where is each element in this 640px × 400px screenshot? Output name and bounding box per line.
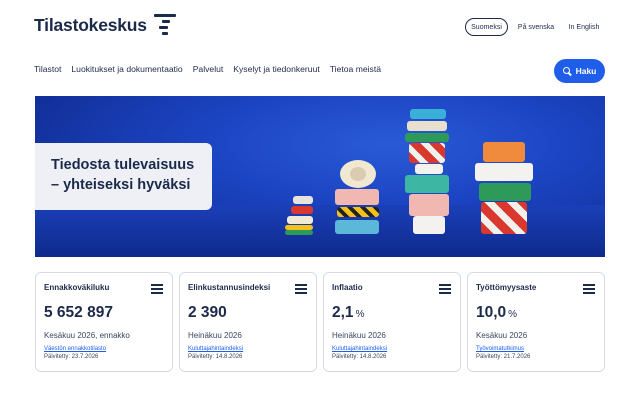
hero-banner: Tiedosta tulevaisuus – yhteiseksi hyväks… [35, 96, 605, 257]
stat-source-link[interactable]: Kuluttajahintaindeksi [188, 346, 243, 352]
stat-period: Kesäkuu 2026, ennakko [44, 331, 130, 340]
stat-period: Heinäkuu 2026 [332, 331, 386, 340]
stat-title: Inflaatio [332, 283, 363, 292]
menu-icon[interactable] [439, 284, 451, 294]
stat-title: Elinkustannusindeksi [188, 283, 271, 292]
stat-updated: Päivitetty: 14.8.2026 [188, 354, 243, 360]
lang-finnish[interactable]: Suomeksi [465, 18, 508, 36]
stat-card-cost-of-living: Elinkustannusindeksi 2 390 Heinäkuu 2026… [179, 272, 317, 372]
nav-item-luokitukset[interactable]: Luokitukset ja dokumentaatio [71, 64, 182, 74]
menu-icon[interactable] [151, 284, 163, 294]
search-button-label: Haku [575, 66, 597, 76]
search-icon [562, 66, 572, 76]
stat-period: Heinäkuu 2026 [188, 331, 242, 340]
menu-icon[interactable] [295, 284, 307, 294]
nav-item-tilastot[interactable]: Tilastot [34, 64, 61, 74]
stat-title: Työttömyysaste [476, 283, 537, 292]
hero-title-line1: Tiedosta tulevaisuus [51, 157, 195, 173]
stat-value: 2,1% [332, 304, 365, 321]
nav-item-tietoa[interactable]: Tietoa meistä [330, 64, 381, 74]
menu-icon[interactable] [583, 284, 595, 294]
stat-updated: Päivitetty: 23.7.2026 [44, 354, 99, 360]
logo-text: Tilastokeskus [34, 15, 147, 35]
stat-card-inflation: Inflaatio 2,1% Heinäkuu 2026 Kuluttajahi… [323, 272, 461, 372]
site-logo[interactable]: Tilastokeskus [34, 14, 176, 36]
stat-value: 10,0% [476, 304, 518, 321]
logo-mark-icon [150, 14, 176, 36]
search-button[interactable]: Haku [554, 59, 605, 83]
nav-item-kyselyt[interactable]: Kyselyt ja tiedonkeruut [233, 64, 319, 74]
main-nav: Tilastot Luokitukset ja dokumentaatio Pa… [34, 64, 381, 74]
stat-card-unemployment: Työttömyysaste 10,0% Kesäkuu 2026 Työvoi… [467, 272, 605, 372]
stat-source-link[interactable]: Kuluttajahintaindeksi [332, 346, 387, 352]
stat-value: 2 390 [188, 304, 227, 321]
stat-source-link[interactable]: Työvoimatutkimus [476, 346, 524, 352]
stat-title: Ennakkoväkiluku [44, 283, 110, 292]
hero-title-line2: – yhteiseksi hyväksi [51, 176, 191, 193]
stat-source-link[interactable]: Väestön ennakkotilasto [44, 346, 106, 352]
stat-updated: Päivitetty: 14.8.2026 [332, 354, 387, 360]
lang-swedish[interactable]: På svenska [515, 18, 557, 36]
stat-updated: Päivitetty: 21.7.2026 [476, 354, 531, 360]
stat-period: Kesäkuu 2026 [476, 331, 528, 340]
hero-card: Tiedosta tulevaisuus – yhteiseksi hyväks… [35, 143, 212, 210]
nav-item-palvelut[interactable]: Palvelut [193, 64, 224, 74]
stat-card-population: Ennakkoväkiluku 5 652 897 Kesäkuu 2026, … [35, 272, 173, 372]
stat-value: 5 652 897 [44, 304, 113, 321]
lang-english[interactable]: In English [564, 18, 604, 36]
